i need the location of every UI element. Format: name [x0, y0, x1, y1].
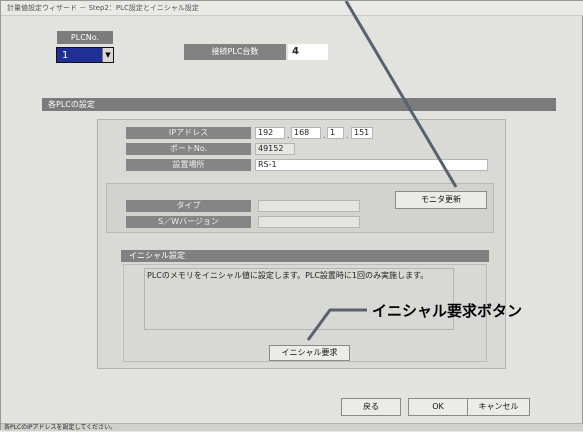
annotation-lines [306, 1, 458, 341]
wizard-window: 計量値設定ウィザード － Step2：PLC設定とイニシャル設定 PLCNo. … [0, 0, 583, 431]
initial-request-callout: イニシャル要求ボタン [372, 302, 523, 320]
annotation-arrow-monitor [344, 1, 458, 188]
annotation-arrow-initial [306, 308, 367, 341]
ok-button[interactable]: OK [408, 398, 468, 416]
cancel-button[interactable]: キャンセル [467, 398, 530, 416]
back-button[interactable]: 戻る [341, 398, 401, 416]
